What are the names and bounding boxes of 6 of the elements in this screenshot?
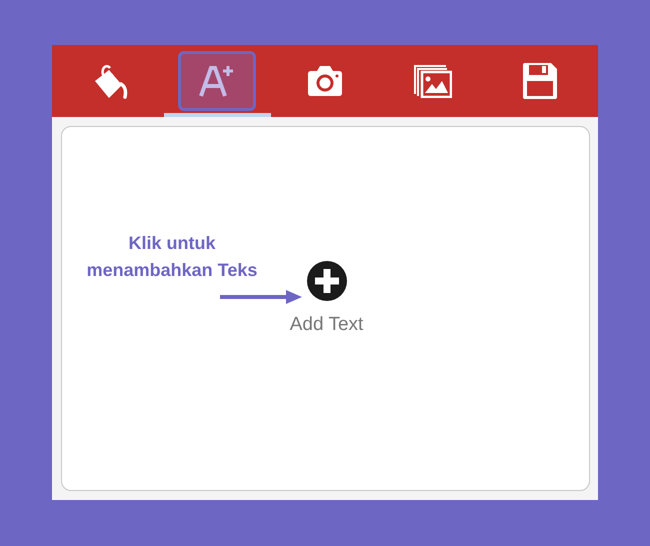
annotation-text: Klik untuk menambahkan Teks bbox=[86, 232, 258, 282]
gallery-icon bbox=[414, 64, 452, 98]
add-text-label[interactable]: Add Text bbox=[290, 314, 364, 336]
camera-icon bbox=[306, 65, 344, 97]
add-icon[interactable] bbox=[306, 260, 348, 302]
text-tab[interactable] bbox=[178, 51, 256, 111]
